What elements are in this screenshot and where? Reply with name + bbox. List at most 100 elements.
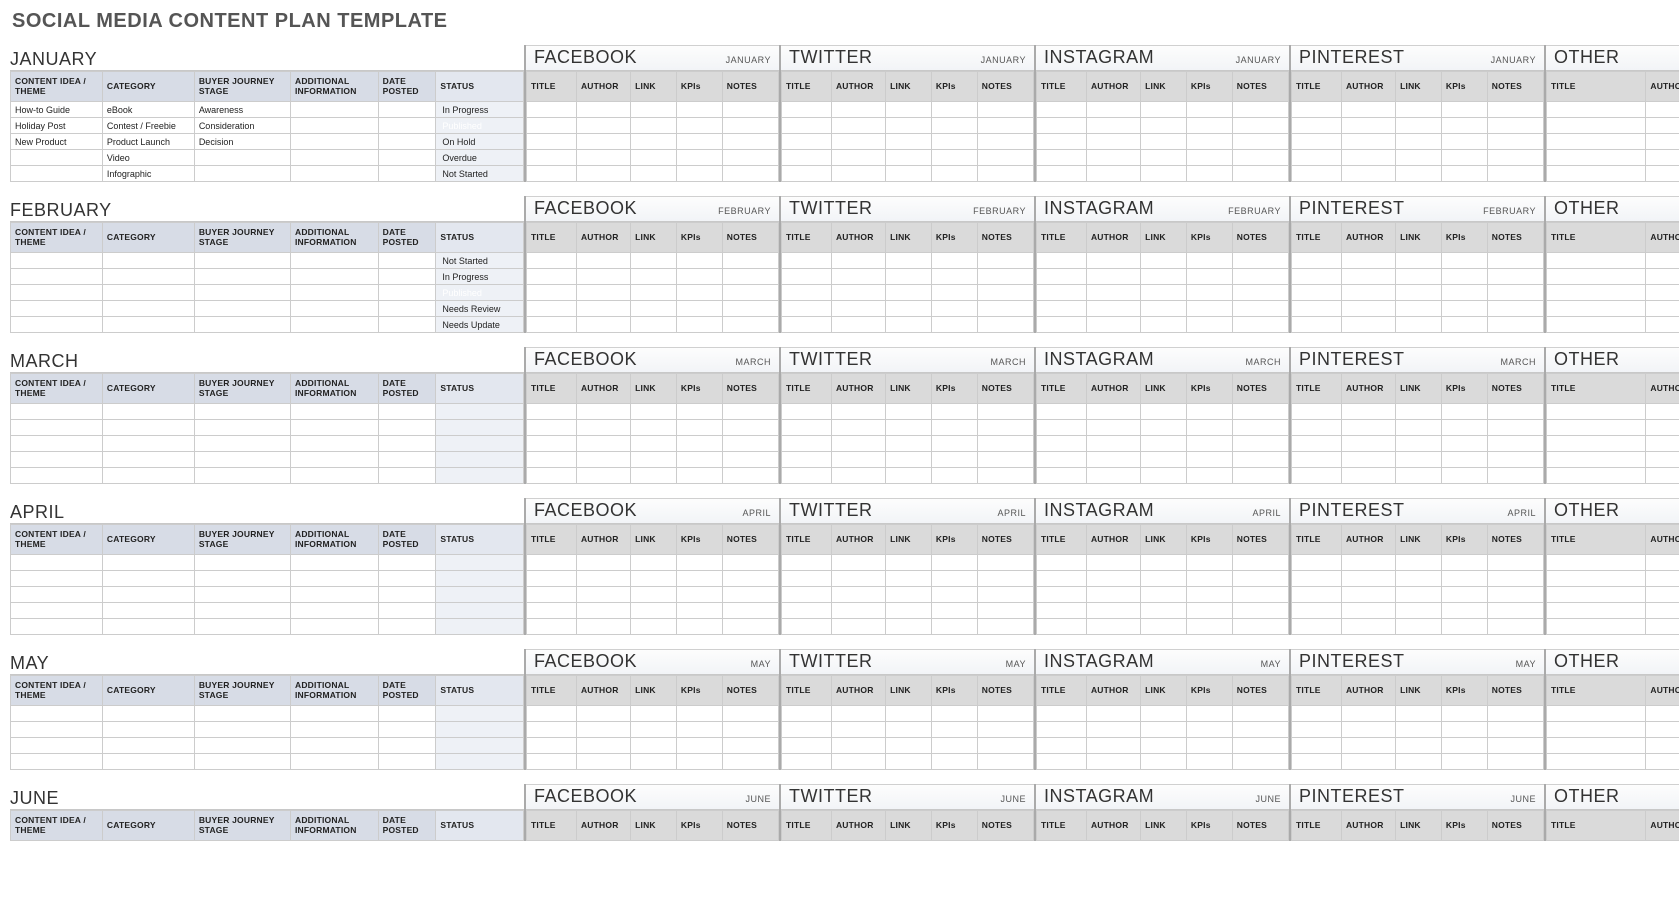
cell[interactable]: [436, 436, 524, 452]
cell[interactable]: [977, 452, 1033, 468]
cell[interactable]: [378, 118, 436, 134]
cell[interactable]: [931, 722, 977, 738]
cell[interactable]: [831, 166, 885, 182]
cell[interactable]: [977, 738, 1033, 754]
cell[interactable]: [1037, 285, 1087, 301]
cell[interactable]: [1186, 619, 1232, 635]
cell[interactable]: [1186, 269, 1232, 285]
cell[interactable]: [931, 619, 977, 635]
table-row[interactable]: [1547, 468, 1679, 484]
table-row[interactable]: [1292, 619, 1544, 635]
cell[interactable]: [1186, 754, 1232, 770]
platform-table[interactable]: TITLEAUTHORLINKKPIsNOTES: [526, 524, 779, 635]
cell[interactable]: [977, 301, 1033, 317]
table-row[interactable]: [11, 452, 524, 468]
cell[interactable]: [676, 420, 722, 436]
cell[interactable]: [1292, 420, 1342, 436]
cell[interactable]: [1086, 102, 1140, 118]
cell[interactable]: New Product: [11, 134, 103, 150]
cell[interactable]: [1037, 102, 1087, 118]
cell[interactable]: [1396, 420, 1442, 436]
cell[interactable]: [722, 420, 778, 436]
cell[interactable]: [291, 253, 379, 269]
cell[interactable]: [1396, 436, 1442, 452]
cell[interactable]: [1037, 150, 1087, 166]
cell[interactable]: [11, 301, 103, 317]
cell[interactable]: [194, 619, 290, 635]
cell[interactable]: [1141, 555, 1187, 571]
cell[interactable]: [1232, 404, 1288, 420]
platform-table[interactable]: TITLEAUTHORLINKKPIsNOTES: [781, 524, 1034, 635]
cell[interactable]: [527, 301, 577, 317]
cell[interactable]: Infographic: [102, 166, 194, 182]
cell[interactable]: [576, 134, 630, 150]
cell[interactable]: [1141, 269, 1187, 285]
cell[interactable]: [1646, 436, 1679, 452]
cell[interactable]: [782, 269, 832, 285]
cell[interactable]: [676, 555, 722, 571]
cell[interactable]: [1441, 285, 1487, 301]
cell[interactable]: eBook: [102, 102, 194, 118]
cell[interactable]: [1487, 706, 1543, 722]
table-row[interactable]: [1547, 134, 1679, 150]
table-row[interactable]: Holiday PostContest / FreebieConsiderati…: [11, 118, 524, 134]
platform-table[interactable]: TITLEAUTHORLINKKPIsNOTES: [1291, 675, 1544, 770]
table-row[interactable]: [527, 301, 779, 317]
cell[interactable]: [11, 269, 103, 285]
table-row[interactable]: [1547, 722, 1679, 738]
cell[interactable]: In Progress: [436, 269, 524, 285]
cell[interactable]: [722, 285, 778, 301]
cell[interactable]: [1292, 301, 1342, 317]
cell[interactable]: [1646, 102, 1679, 118]
cell[interactable]: [1037, 166, 1087, 182]
cell[interactable]: [1547, 555, 1646, 571]
cell[interactable]: [1646, 603, 1679, 619]
cell[interactable]: [11, 571, 103, 587]
cell[interactable]: [1292, 754, 1342, 770]
cell[interactable]: [1396, 253, 1442, 269]
cell[interactable]: [291, 722, 379, 738]
cell[interactable]: [931, 754, 977, 770]
plan-table[interactable]: CONTENT IDEA / THEMECATEGORYBUYER JOURNE…: [10, 71, 524, 182]
cell[interactable]: [931, 738, 977, 754]
cell[interactable]: [831, 452, 885, 468]
cell[interactable]: [102, 603, 194, 619]
cell[interactable]: [527, 134, 577, 150]
cell[interactable]: [194, 166, 290, 182]
platform-table[interactable]: TITLEAUTHORLINKKPIsNOTES: [526, 373, 779, 484]
cell[interactable]: [1646, 468, 1679, 484]
cell[interactable]: [931, 603, 977, 619]
cell[interactable]: [436, 738, 524, 754]
table-row[interactable]: [11, 587, 524, 603]
table-row[interactable]: [1037, 102, 1289, 118]
plan-table[interactable]: CONTENT IDEA / THEMECATEGORYBUYER JOURNE…: [10, 810, 524, 841]
cell[interactable]: [102, 571, 194, 587]
table-row[interactable]: [1037, 420, 1289, 436]
cell[interactable]: [1232, 436, 1288, 452]
cell[interactable]: [527, 603, 577, 619]
cell[interactable]: Consideration: [194, 118, 290, 134]
cell[interactable]: [1232, 269, 1288, 285]
cell[interactable]: [194, 404, 290, 420]
cell[interactable]: [831, 706, 885, 722]
cell[interactable]: [1396, 102, 1442, 118]
cell[interactable]: [194, 420, 290, 436]
cell[interactable]: [977, 468, 1033, 484]
cell[interactable]: [977, 253, 1033, 269]
cell[interactable]: [1037, 468, 1087, 484]
table-row[interactable]: [782, 452, 1034, 468]
cell[interactable]: [1396, 134, 1442, 150]
cell[interactable]: [102, 285, 194, 301]
cell[interactable]: [1341, 619, 1395, 635]
table-row[interactable]: [527, 754, 779, 770]
cell[interactable]: [11, 436, 103, 452]
table-row[interactable]: [1037, 404, 1289, 420]
cell[interactable]: [831, 118, 885, 134]
cell[interactable]: [1141, 722, 1187, 738]
cell[interactable]: [722, 603, 778, 619]
cell[interactable]: [676, 603, 722, 619]
table-row[interactable]: [782, 738, 1034, 754]
cell[interactable]: [886, 452, 932, 468]
cell[interactable]: [102, 722, 194, 738]
cell[interactable]: [436, 555, 524, 571]
